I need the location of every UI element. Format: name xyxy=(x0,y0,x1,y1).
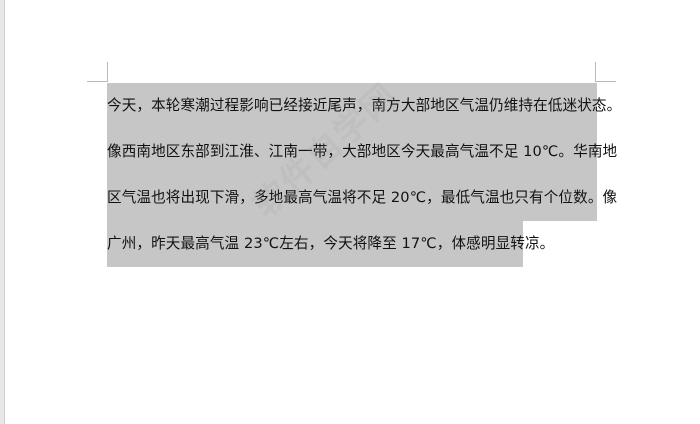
page-left-edge xyxy=(0,0,5,424)
margin-corner-mark-top-right-horizontal xyxy=(596,81,616,82)
margin-corner-mark-top-left-vertical xyxy=(107,62,108,82)
paragraph-line[interactable]: 像西南地区东部到江淮、江南一带，大部地区今天最高气温不足 10℃。华南地 xyxy=(107,129,617,175)
margin-corner-mark-top-left-horizontal xyxy=(87,81,107,82)
margin-corner-mark-top-right-vertical xyxy=(595,62,596,82)
document-paragraph[interactable]: 今天，本轮寒潮过程影响已经接近尾声，南方大部地区气温仍维持在低迷状态。 像西南地… xyxy=(107,83,621,267)
selected-text[interactable]: 广州，昨天最高气温 23℃左右，今天将降至 17℃，体感明显转凉。 xyxy=(107,221,554,267)
paragraph-line[interactable]: 今天，本轮寒潮过程影响已经接近尾声，南方大部地区气温仍维持在低迷状态。 xyxy=(107,83,621,129)
paragraph-line[interactable]: 区气温也将出现下滑，多地最高气温将不足 20℃，最低气温也只有个位数。像 xyxy=(107,175,617,221)
selected-text[interactable]: 今天，本轮寒潮过程影响已经接近尾声，南方大部地区气温仍维持在低迷状态。 xyxy=(107,83,621,129)
selected-text[interactable]: 像西南地区东部到江淮、江南一带，大部地区今天最高气温不足 10℃。华南地 xyxy=(107,129,617,175)
document-page: 今天，本轮寒潮过程影响已经接近尾声，南方大部地区气温仍维持在低迷状态。 像西南地… xyxy=(0,0,700,424)
paragraph-line[interactable]: 广州，昨天最高气温 23℃左右，今天将降至 17℃，体感明显转凉。 xyxy=(107,221,597,267)
selected-text[interactable]: 区气温也将出现下滑，多地最高气温将不足 20℃，最低气温也只有个位数。像 xyxy=(107,175,617,221)
